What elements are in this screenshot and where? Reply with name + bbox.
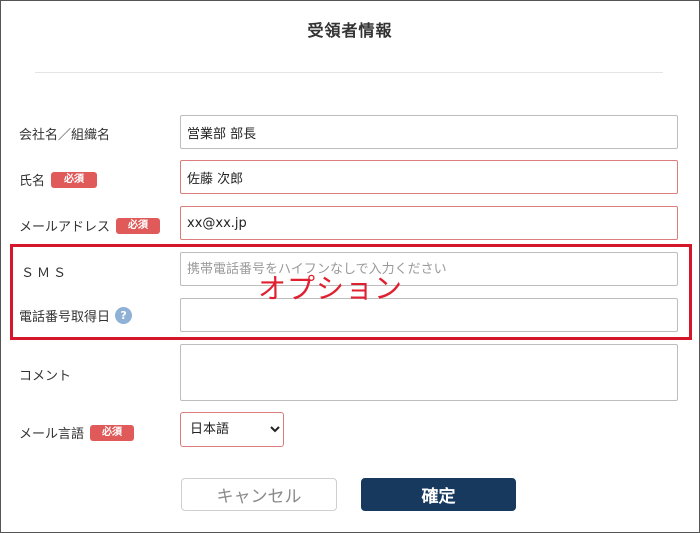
name-label: 氏名 必須 — [19, 170, 98, 189]
title-divider — [35, 72, 663, 73]
phone-date-label: 電話番号取得日 ? — [19, 306, 133, 325]
phone-date-label-text: 電話番号取得日 — [19, 310, 111, 325]
required-badge: 必須 — [116, 217, 161, 234]
email-label: メールアドレス 必須 — [19, 216, 161, 235]
company-label-text: 会社名／組織名 — [19, 128, 111, 143]
confirm-button[interactable]: 確定 — [361, 478, 516, 511]
email-label-text: メールアドレス — [19, 220, 111, 235]
phone-date-input[interactable] — [180, 298, 678, 332]
mail-lang-label-text: メール言語 — [19, 427, 85, 442]
name-label-text: 氏名 — [19, 174, 46, 189]
company-input[interactable] — [180, 115, 678, 149]
sms-label: ＳＭＳ — [21, 262, 69, 281]
name-input[interactable] — [180, 160, 678, 194]
mail-lang-label: メール言語 必須 — [19, 423, 135, 442]
form-title: 受領者情報 — [307, 21, 393, 40]
comment-label-text: コメント — [19, 369, 72, 384]
comment-textarea[interactable] — [180, 344, 678, 401]
comment-label: コメント — [19, 365, 71, 384]
cancel-button[interactable]: キャンセル — [181, 478, 337, 511]
required-badge: 必須 — [90, 424, 135, 441]
company-label: 会社名／組織名 — [19, 124, 110, 143]
help-icon[interactable]: ? — [115, 307, 133, 324]
required-badge: 必須 — [51, 171, 98, 188]
mail-language-select[interactable]: 日本語 — [180, 412, 284, 447]
sms-input[interactable] — [180, 252, 678, 286]
email-input[interactable] — [180, 206, 678, 240]
sms-label-text: ＳＭＳ — [21, 266, 70, 281]
